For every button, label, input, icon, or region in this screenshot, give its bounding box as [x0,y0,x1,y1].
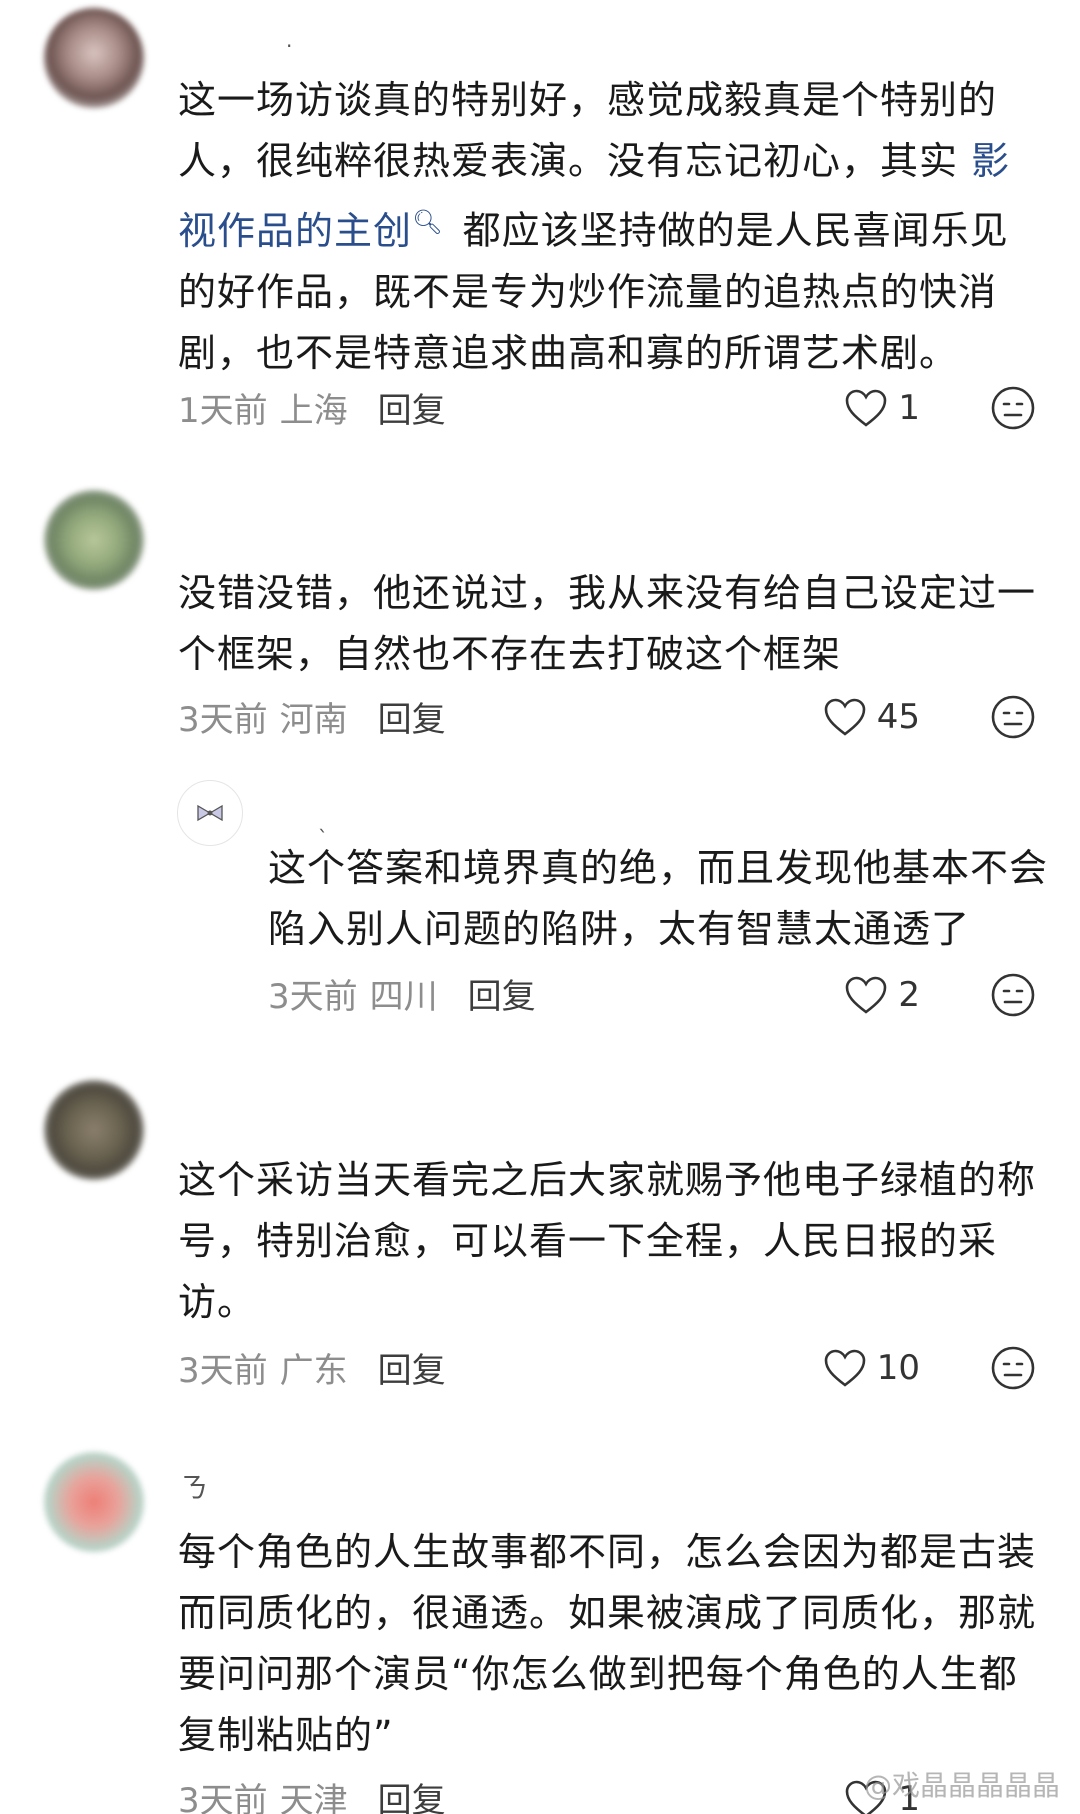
timestamp: 3天前 [178,1350,268,1391]
heart-icon [824,1349,866,1387]
heart-icon [824,698,866,736]
location: 四川 [369,976,438,1017]
timestamp: 3天前 [178,1780,268,1814]
like-count: 10 [876,1348,920,1388]
avatar[interactable] [44,1452,144,1552]
comment-meta: 1天前 上海 回复 [178,382,446,432]
like-button[interactable]: 45 [823,692,920,742]
location: 天津 [279,1780,348,1814]
avatar[interactable] [177,780,243,846]
watermark: @戏晶晶晶晶晶 [863,1769,1060,1802]
search-icon: 🔍︎ [412,208,444,236]
like-button[interactable]: 1 [844,383,920,433]
comment-meta: 3天前 河南 回复 [178,691,446,741]
reply-button[interactable]: 回复 [378,383,446,432]
timestamp: 3天前 [178,699,268,740]
comment-meta: 3天前 四川 回复 [268,968,536,1018]
heart-icon [846,389,887,427]
avatar[interactable] [44,490,144,590]
comment-meta: 3天前 广东 回复 [178,1342,446,1392]
bow-icon [197,804,223,822]
timestamp: 3天前 [268,976,358,1017]
reply-button[interactable]: 回复 [378,1773,446,1814]
emoji-face-icon[interactable] [990,385,1036,431]
reply-button[interactable]: 回复 [378,1343,446,1392]
emoji-face-icon[interactable] [990,1345,1036,1391]
location: 河南 [279,699,348,740]
reply-button[interactable]: 回复 [378,692,446,741]
username[interactable]: · [286,34,292,58]
like-count: 1 [898,388,920,428]
comment-meta: 3天前 天津 回复 [178,1772,446,1814]
avatar[interactable] [44,1080,144,1180]
comment-text: 每个角色的人生故事都不同，怎么会因为都是古装而同质化的，很通透。如果被演成了同质… [178,1530,1037,1757]
avatar[interactable] [44,8,144,108]
like-count: 45 [876,697,920,737]
like-button[interactable]: 10 [823,1343,920,1393]
like-count: 2 [898,975,920,1015]
reply-button[interactable]: 回复 [468,969,536,1018]
comment-text: 这个答案和境界真的绝，而且发现他基本不会陷入别人问题的陷阱，太有智慧太通透了 [268,846,1049,951]
comment-text: 没错没错，他还说过，我从来没有给自己设定过一个框架，自然也不存在去打破这个框架 [178,571,1037,676]
emoji-face-icon[interactable] [990,694,1036,740]
username[interactable]: ㄋ [180,1466,208,1506]
emoji-face-icon[interactable] [990,972,1036,1018]
comment-feed: · 这一场访谈真的特别好，感觉成毅真是个特别的人，很纯粹很热爱表演。没有忘记初心… [0,0,1080,1814]
location: 广东 [279,1350,348,1391]
timestamp: 1天前 [178,390,268,431]
comment-text: 这一场访谈真的特别好，感觉成毅真是个特别的人，很纯粹很热爱表演。没有忘记初心，其… [178,78,1011,375]
like-button[interactable]: 2 [844,970,920,1020]
location: 上海 [279,390,348,431]
heart-icon [846,976,887,1014]
comment-text: 这个采访当天看完之后大家就赐予他电子绿植的称号，特别治愈，可以看一下全程，人民日… [178,1158,1037,1324]
